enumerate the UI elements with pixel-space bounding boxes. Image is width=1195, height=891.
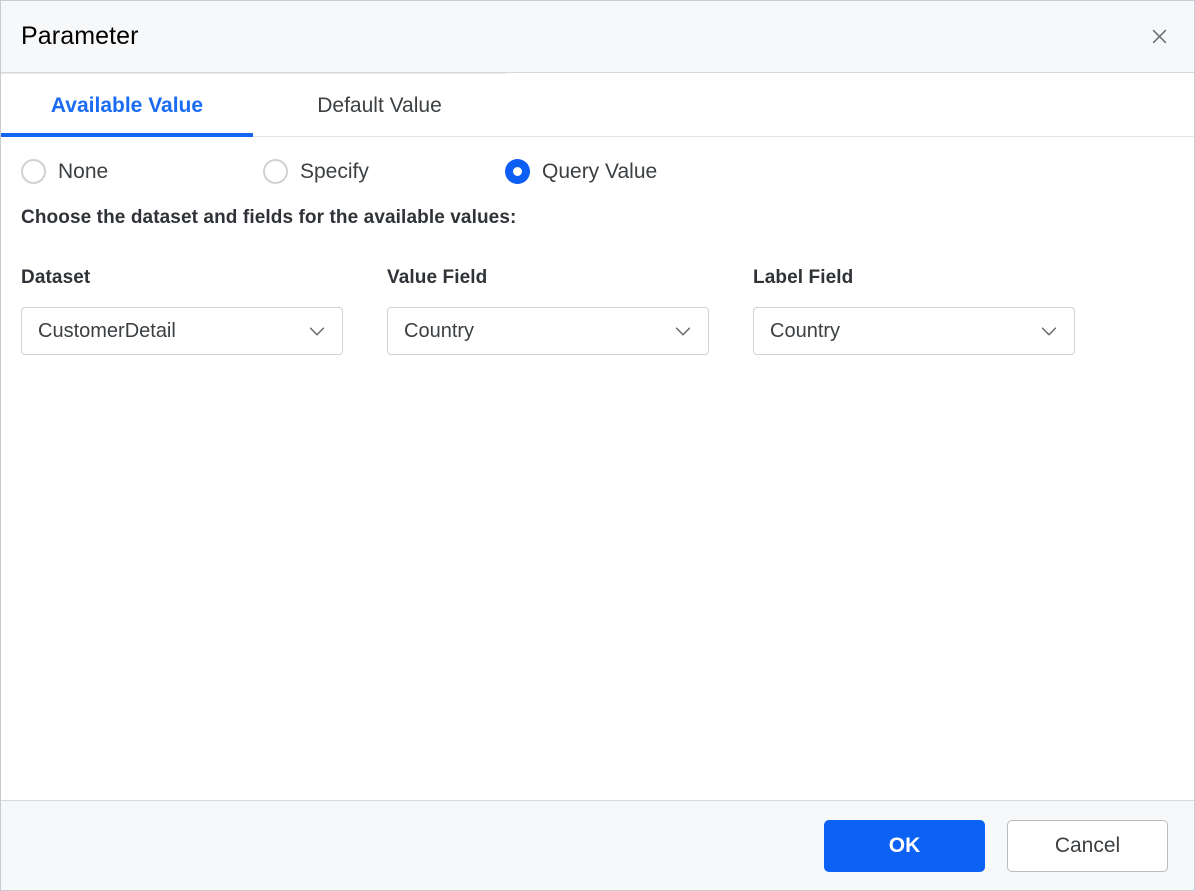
chevron-down-icon	[1038, 320, 1060, 342]
value-field-select-value: Country	[404, 319, 475, 342]
fields-row: Dataset CustomerDetail Value Field Count…	[21, 267, 1174, 355]
cancel-button[interactable]: Cancel	[1007, 819, 1168, 872]
radio-option-none[interactable]: None	[21, 159, 263, 184]
radio-option-specify[interactable]: Specify	[263, 159, 505, 184]
close-icon[interactable]	[1142, 20, 1176, 54]
chevron-down-icon	[672, 320, 694, 342]
tab-default-value[interactable]: Default Value	[253, 73, 506, 137]
value-field-select[interactable]: Country	[387, 307, 709, 355]
radio-icon-none	[21, 159, 46, 184]
tab-default-value-label: Default Value	[317, 93, 442, 117]
tab-available-value[interactable]: Available Value	[1, 73, 253, 137]
radio-icon-query-value-selected	[505, 159, 530, 184]
tab-available-value-label: Available Value	[50, 93, 204, 117]
radio-icon-specify	[263, 159, 288, 184]
dialog-titlebar: Parameter	[1, 1, 1194, 73]
chevron-down-icon	[306, 320, 328, 342]
tab-bar: Available Value Default Value	[1, 73, 1194, 137]
dataset-select-value: CustomerDetail	[38, 319, 176, 342]
dataset-select[interactable]: CustomerDetail	[21, 307, 343, 355]
parameter-dialog: Parameter Available Value Default Value …	[0, 0, 1195, 891]
dialog-title: Parameter	[21, 22, 139, 50]
label-field-select-value: Country	[770, 319, 841, 342]
label-field: Label Field Country	[753, 267, 1077, 355]
dataset-field-label: Dataset	[21, 267, 91, 288]
radio-label-query-value: Query Value	[542, 159, 658, 183]
label-field-select[interactable]: Country	[753, 307, 1075, 355]
radio-option-query-value[interactable]: Query Value	[505, 159, 657, 184]
radio-label-specify: Specify	[300, 159, 369, 183]
instruction-text: Choose the dataset and fields for the av…	[21, 207, 517, 228]
available-value-panel: None Specify Query Value Choose the data…	[1, 137, 1194, 800]
radio-label-none: None	[58, 159, 109, 183]
label-field-label: Label Field	[753, 267, 854, 288]
value-field-label: Value Field	[387, 267, 488, 288]
ok-button[interactable]: OK	[824, 819, 985, 872]
value-source-radio-group: None Specify Query Value	[21, 159, 1174, 184]
value-field: Value Field Country	[387, 267, 753, 355]
dataset-field: Dataset CustomerDetail	[21, 267, 387, 355]
dialog-footer: OK Cancel	[1, 800, 1194, 890]
